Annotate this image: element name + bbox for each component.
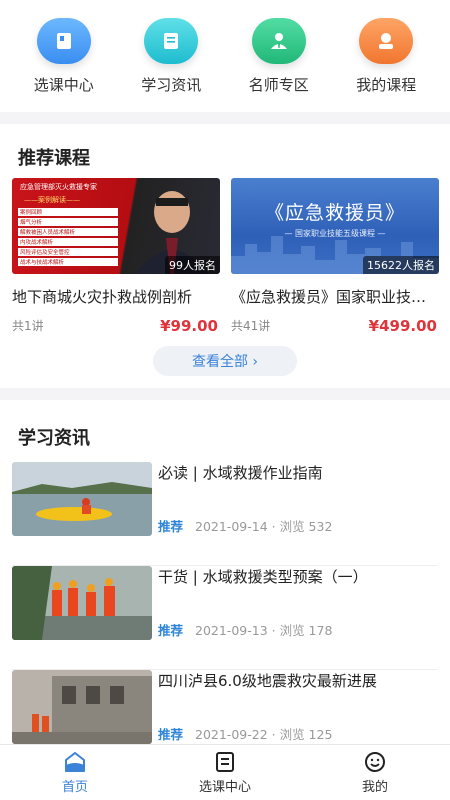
- view-all-button[interactable]: 查看全部 ›: [153, 346, 297, 376]
- thumb-line: 内攻战术解析: [18, 238, 118, 246]
- thumb-line: 烟气分析: [18, 218, 118, 226]
- study-news-section: 学习资讯 必读 | 水域救援作业指南 推荐 2021-09-14 · 浏览 53…: [0, 400, 450, 744]
- water-rescue-photo: [12, 462, 152, 536]
- course-center-icon: [36, 18, 91, 64]
- news-thumbnail: [12, 566, 152, 640]
- news-title: 干货 | 水域救援类型预案（一）: [158, 568, 368, 586]
- earthquake-photo: [12, 670, 152, 744]
- tab-label: 我的: [361, 780, 388, 795]
- nav-label: 学习资讯: [141, 76, 202, 94]
- course-card[interactable]: 《应急救援员》 — 国家职业技能五级课程 — 15622人报名 《应急救援员》国…: [231, 178, 439, 335]
- course-center-icon: [216, 752, 234, 772]
- course-title: 《应急救援员》国家职业技能五级课程: [231, 288, 437, 306]
- news-tag: 推荐: [158, 519, 184, 534]
- news-title: 必读 | 水域救援作业指南: [158, 464, 323, 482]
- news-meta: 推荐 2021-09-14 · 浏览 532: [158, 516, 332, 535]
- my-courses-icon: [359, 18, 414, 64]
- news-tag: 推荐: [158, 727, 184, 742]
- thumb-line: 案例回顾: [18, 208, 118, 216]
- section-title: 学习资讯: [18, 428, 90, 449]
- recommended-courses-section: 推荐课程 应急管理部灭火救援专家 ——案例解读—— 案例回顾 烟气分析 解救被困…: [0, 124, 450, 388]
- course-card[interactable]: 应急管理部灭火救援专家 ——案例解读—— 案例回顾 烟气分析 解救被困人员战术解…: [12, 178, 220, 335]
- news-thumbnail: [12, 670, 152, 744]
- section-title: 推荐课程: [18, 148, 90, 169]
- course-meta: 共41讲 ¥499.00: [231, 317, 437, 335]
- news-title: 四川泸县6.0级地震救灾最新进展: [158, 672, 377, 690]
- study-news-icon: [144, 18, 199, 64]
- nav-label: 选课中心: [33, 76, 94, 94]
- news-tag: 推荐: [158, 623, 184, 638]
- nav-label: 我的课程: [356, 76, 417, 94]
- news-date: 2021-09-14: [195, 519, 268, 534]
- nav-my-courses[interactable]: 我的课程: [336, 18, 436, 112]
- nav-study-news[interactable]: 学习资讯: [121, 18, 221, 112]
- tab-course-center[interactable]: 选课中心: [165, 745, 285, 800]
- nav-label: 名师专区: [248, 76, 309, 94]
- news-meta: 推荐 2021-09-13 · 浏览 178: [158, 620, 332, 639]
- bottom-tab-bar: 首页 选课中心 我的: [0, 744, 450, 800]
- thumb-heading: 《应急救援员》: [264, 202, 405, 224]
- news-thumbnail: [12, 462, 152, 536]
- news-item[interactable]: 干货 | 水域救援类型预案（一） 推荐 2021-09-13 · 浏览 178: [12, 566, 438, 670]
- course-title: 地下商城火灾扑救战例剖析: [12, 288, 193, 306]
- top-nav: 选课中心 学习资讯 名师专区 我的课程: [0, 0, 450, 112]
- nav-teacher-zone[interactable]: 名师专区: [229, 18, 329, 112]
- news-date: 2021-09-13: [195, 623, 268, 638]
- thumb-lines: 案例回顾 烟气分析 解救被困人员战术解析 内攻战术解析 风险评估及安全管控 战术…: [18, 208, 118, 266]
- news-views: · 浏览 178: [271, 623, 333, 638]
- enrolled-badge: 15622人报名: [363, 256, 439, 274]
- teacher-icon: [251, 18, 306, 64]
- news-date: 2021-09-22: [195, 727, 268, 742]
- course-meta: 共1讲 ¥99.00: [12, 317, 218, 335]
- tab-home[interactable]: 首页: [15, 745, 135, 800]
- home-icon: [65, 752, 85, 772]
- course-price: ¥99.00: [160, 317, 218, 335]
- news-meta: 推荐 2021-09-22 · 浏览 125: [158, 724, 332, 743]
- thumb-heading: 应急管理部灭火救援专家: [20, 183, 97, 191]
- news-views: · 浏览 125: [271, 727, 333, 742]
- profile-icon: [365, 752, 385, 772]
- thumb-line: 解救被困人员战术解析: [18, 228, 118, 236]
- thumb-subheading: ——案例解读——: [24, 196, 80, 204]
- course-thumbnail: 应急管理部灭火救援专家 ——案例解读—— 案例回顾 烟气分析 解救被困人员战术解…: [12, 178, 220, 274]
- rescue-team-photo: [12, 566, 152, 640]
- nav-course-center[interactable]: 选课中心: [14, 18, 114, 112]
- course-thumbnail: 《应急救援员》 — 国家职业技能五级课程 — 15622人报名: [231, 178, 439, 274]
- tab-label: 选课中心: [198, 780, 251, 795]
- thumb-subheading: — 国家职业技能五级课程 —: [284, 229, 386, 238]
- enrolled-badge: 99人报名: [165, 256, 220, 274]
- course-price: ¥499.00: [368, 317, 437, 335]
- tab-label: 首页: [61, 780, 88, 795]
- news-views: · 浏览 532: [271, 519, 333, 534]
- thumb-line: 风险评估及安全管控: [18, 248, 118, 256]
- thumb-line: 战术与技战术解析: [18, 258, 118, 266]
- news-item[interactable]: 必读 | 水域救援作业指南 推荐 2021-09-14 · 浏览 532: [12, 462, 438, 566]
- tab-profile[interactable]: 我的: [315, 745, 435, 800]
- lesson-count: 共1讲: [12, 319, 44, 333]
- lesson-count: 共41讲: [231, 319, 271, 333]
